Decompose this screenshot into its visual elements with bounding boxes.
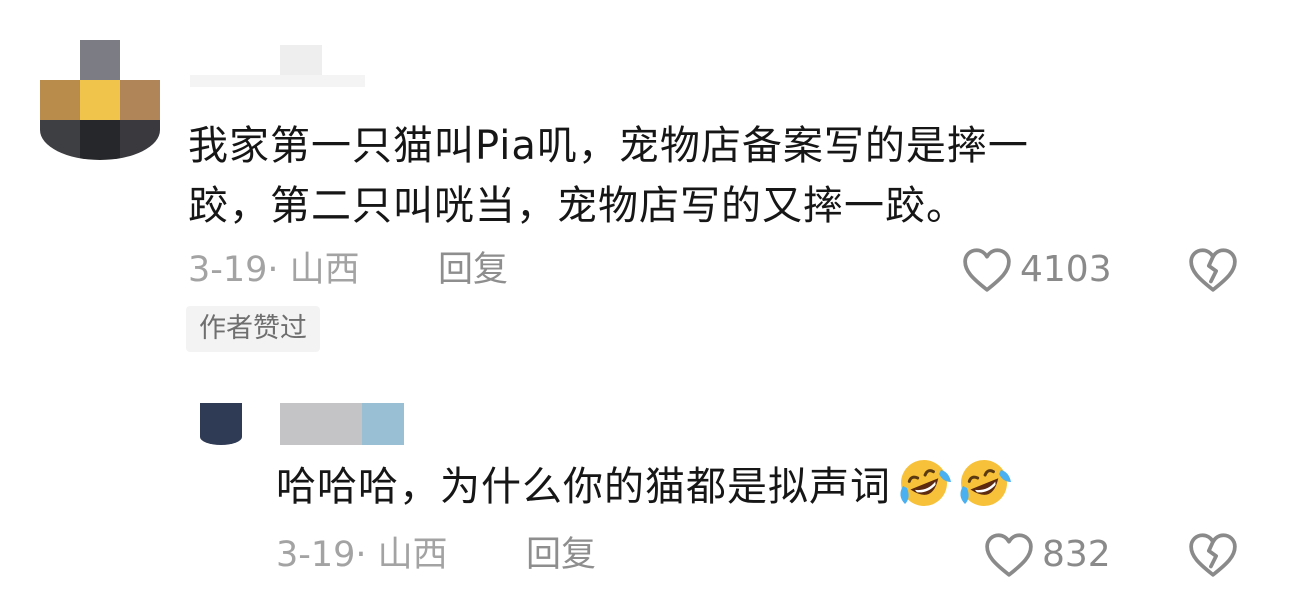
- reply-button[interactable]: 回复: [438, 250, 508, 290]
- author-liked-badge: 作者赞过: [186, 306, 320, 352]
- reply-like-button[interactable]: 832: [984, 533, 1111, 577]
- avatar[interactable]: [40, 40, 160, 160]
- broken-heart-icon: [1188, 533, 1238, 583]
- like-button[interactable]: 4103: [962, 248, 1112, 292]
- comment-text-line: 跤，第二只叫咣当，宠物店写的又摔一跤。: [188, 183, 967, 229]
- rolling-laughing-emoji-icon: [897, 456, 951, 510]
- comment-text: 我家第一只猫叫Pia叽，宠物店备案写的是摔一 跤，第二只叫咣当，宠物店写的又摔一…: [188, 116, 1029, 236]
- comment-date-location: 3-19· 山西: [188, 250, 360, 290]
- rolling-laughing-emoji-icon: [957, 456, 1011, 510]
- like-count: 4103: [1020, 249, 1112, 290]
- heart-outline-icon: [984, 532, 1034, 578]
- dislike-button[interactable]: [1188, 246, 1238, 296]
- reply-reply-button[interactable]: 回复: [526, 535, 596, 575]
- reply-date-location: 3-19· 山西: [276, 535, 448, 575]
- reply-avatar[interactable]: [200, 403, 242, 445]
- heart-outline-icon: [962, 247, 1012, 293]
- broken-heart-icon: [1188, 248, 1238, 298]
- reply-text: 哈哈哈，为什么你的猫都是拟声词: [276, 456, 1011, 517]
- like-count: 832: [1042, 534, 1111, 575]
- reply-text-content: 哈哈哈，为什么你的猫都是拟声词: [276, 464, 891, 510]
- reply-username-mosaic[interactable]: [280, 403, 404, 445]
- comment-text-line: 我家第一只猫叫Pia叽，宠物店备案写的是摔一: [188, 123, 1029, 169]
- reply-dislike-button[interactable]: [1188, 531, 1238, 581]
- username-mosaic[interactable]: [190, 45, 365, 87]
